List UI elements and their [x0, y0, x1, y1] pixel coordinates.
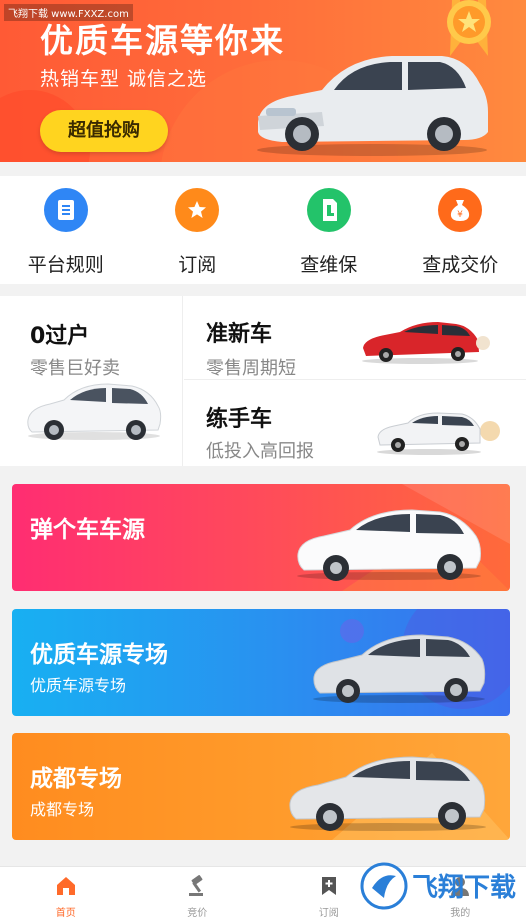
- promo-banner[interactable]: 飞翔下载 www.FXXZ.com 优质车源等你来 热销车型 诚信之选 超值抢购: [0, 0, 526, 162]
- promo-subtitle: 低投入高回报: [206, 441, 314, 462]
- document-icon: [43, 188, 88, 232]
- quick-menu: 平台规则 订阅 查维保 ¥ 查成交价: [0, 176, 526, 284]
- buy-now-button[interactable]: 超值抢购: [40, 110, 168, 152]
- menu-item-deal-price[interactable]: ¥ 查成交价: [395, 176, 526, 284]
- white-suv-image: [377, 412, 481, 455]
- promo-practice-car[interactable]: 练手车 低投入高回报: [184, 381, 526, 466]
- menu-item-label: 查维保: [300, 254, 358, 276]
- silver-mercedes-image: [289, 756, 486, 831]
- menu-item-platform-rules[interactable]: 平台规则: [0, 176, 132, 284]
- banner-car-image: [257, 56, 488, 156]
- menu-item-maintenance-check[interactable]: 查维保: [263, 176, 395, 284]
- promo-section: 0过户 零售巨好卖 准新车 零售周期短 练手车 低投入高回报: [0, 296, 526, 466]
- white-sedan-image: [27, 383, 162, 440]
- promo-subtitle: 零售周期短: [206, 358, 296, 379]
- home-icon: [56, 877, 75, 895]
- star-icon: [175, 188, 220, 232]
- phone-check-icon: [306, 188, 351, 232]
- nav-home[interactable]: 首页: [0, 867, 132, 917]
- card-chengdu-source[interactable]: 成都专场 成都专场: [12, 733, 510, 840]
- banner-subtitle: 热销车型 诚信之选: [40, 68, 208, 90]
- card-title: 优质车源专场: [30, 642, 168, 668]
- svg-text:¥: ¥: [457, 210, 463, 220]
- nav-bidding[interactable]: 竞价: [132, 867, 264, 917]
- menu-item-label: 查成交价: [422, 254, 499, 276]
- decor-dot: [476, 336, 490, 350]
- card-quality-source[interactable]: 优质车源专场 优质车源专场: [12, 609, 510, 716]
- money-bag-icon: ¥: [438, 188, 483, 232]
- promo-zero-transfer[interactable]: 0过户 零售巨好卖: [0, 296, 183, 466]
- app-home-screen: 飞翔下载 www.FXXZ.com 优质车源等你来 热销车型 诚信之选 超值抢购: [0, 0, 526, 917]
- card-title: 成都专场: [30, 766, 122, 792]
- card-tangeche-source[interactable]: 弹个车车源: [12, 484, 510, 591]
- card-subtitle: 成都专场: [30, 800, 95, 819]
- promo-title: 0过户: [30, 324, 90, 349]
- promo-near-new-car[interactable]: 准新车 零售周期短: [184, 296, 526, 380]
- menu-item-subscribe[interactable]: 订阅: [132, 176, 264, 284]
- card-title: 弹个车车源: [30, 517, 145, 543]
- promo-title: 练手车: [206, 407, 273, 432]
- promo-subtitle: 零售巨好卖: [30, 358, 120, 379]
- menu-item-label: 平台规则: [27, 254, 104, 276]
- white-buick-image: [297, 509, 481, 581]
- gavel-icon: [189, 875, 204, 896]
- red-car-image: [362, 322, 479, 364]
- nav-label: 竞价: [187, 908, 208, 917]
- promo-title: 准新车: [206, 322, 273, 347]
- menu-item-label: 订阅: [178, 254, 217, 276]
- card-subtitle: 优质车源专场: [30, 676, 127, 695]
- site-logo-watermark: 飞翔下载: [360, 862, 516, 910]
- bookmark-add-icon: [321, 877, 336, 895]
- silver-sedan-image: [313, 634, 486, 703]
- logo-text: 飞翔下载: [412, 873, 516, 903]
- nav-label: 首页: [55, 908, 76, 917]
- banner-title: 优质车源等你来: [40, 21, 285, 60]
